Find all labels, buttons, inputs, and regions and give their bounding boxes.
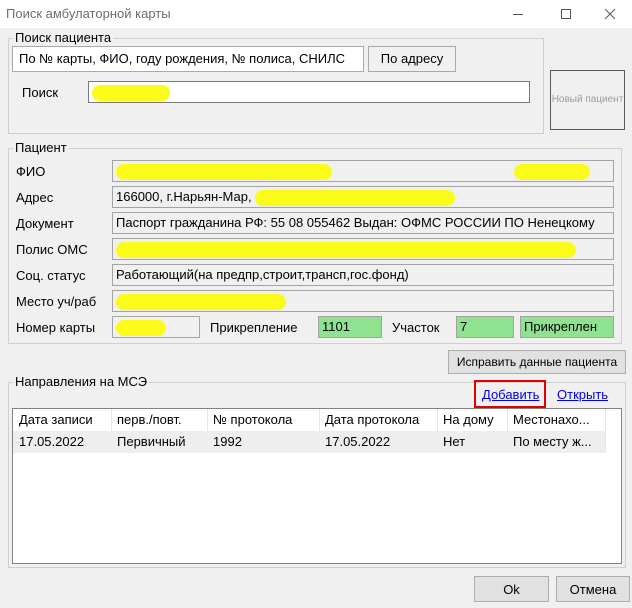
column-header[interactable]: Местонахо... [507, 409, 605, 431]
social-label: Соц. статус [16, 268, 86, 283]
policy-label: Полис ОМС [16, 242, 88, 257]
highlight-mark [92, 84, 170, 101]
address-label: Адрес [16, 190, 54, 205]
highlight-mark [116, 319, 166, 336]
search-group-title: Поиск пациента [13, 30, 114, 45]
fio-field [112, 160, 614, 182]
maximize-button[interactable] [546, 0, 586, 28]
card-label: Номер карты [16, 320, 96, 335]
mse-table: Дата записи перв./повт. № протокола Дата… [12, 408, 622, 564]
minimize-icon [513, 14, 523, 15]
table-cell: Нет [443, 434, 466, 449]
cancel-button[interactable]: Отмена [556, 576, 630, 602]
document-label: Документ [16, 216, 74, 231]
highlight-mark [116, 293, 286, 310]
fix-patient-data-button[interactable]: Исправить данные пациента [448, 350, 626, 374]
ok-button[interactable]: Ok [474, 576, 549, 602]
attach-field: 1101 [318, 316, 382, 338]
address-value: 166000, г.Нарьян-Мар, [116, 189, 252, 204]
minimize-button[interactable] [498, 0, 538, 28]
card-field [112, 316, 200, 338]
highlight-mark [255, 189, 456, 206]
column-divider [605, 409, 606, 453]
tab-search-by-card[interactable]: По № карты, ФИО, году рождения, № полиса… [12, 46, 364, 72]
document-field: Паспорт гражданина РФ: 55 08 055462 Выда… [112, 212, 614, 234]
column-header[interactable]: № протокола [207, 409, 319, 431]
close-icon [604, 8, 616, 20]
tab-search-by-address[interactable]: По адресу [368, 46, 456, 72]
address-field: 166000, г.Нарьян-Мар, [112, 186, 614, 208]
open-link[interactable]: Открыть [557, 387, 608, 402]
window-title: Поиск амбулаторной карты [6, 6, 171, 21]
highlight-mark [513, 163, 590, 180]
new-patient-button[interactable]: Новый пациент [550, 70, 625, 130]
table-cell: 17.05.2022 [325, 434, 391, 449]
table-cell: 1992 [213, 434, 242, 449]
mse-group-title: Направления на МСЭ [13, 374, 150, 389]
workplace-field [112, 290, 614, 312]
table-cell: По месту ж... [513, 434, 592, 449]
column-header[interactable]: перв./повт. [111, 409, 207, 431]
attach-status-field: Прикреплен [520, 316, 614, 338]
attach-label: Прикрепление [210, 320, 298, 335]
district-field: 7 [456, 316, 514, 338]
add-link[interactable]: Добавить [482, 387, 539, 402]
highlight-mark [116, 241, 576, 258]
district-label: Участок [392, 320, 440, 335]
patient-group-title: Пациент [13, 140, 69, 155]
highlight-mark [116, 163, 332, 180]
fio-label: ФИО [16, 164, 46, 179]
search-input[interactable] [88, 81, 530, 103]
column-header[interactable]: Дата протокола [319, 409, 437, 431]
table-cell: 17.05.2022 [19, 434, 85, 449]
maximize-icon [561, 9, 571, 19]
table-cell: Первичный [117, 434, 186, 449]
policy-field [112, 238, 614, 260]
social-field: Работающий(на предпр,строит,трансп,гос.ф… [112, 264, 614, 286]
close-button[interactable] [590, 0, 630, 28]
column-header[interactable]: На дому [437, 409, 507, 431]
search-label: Поиск [22, 85, 59, 100]
workplace-label: Место уч/раб [16, 294, 97, 309]
column-header[interactable]: Дата записи [13, 409, 111, 431]
